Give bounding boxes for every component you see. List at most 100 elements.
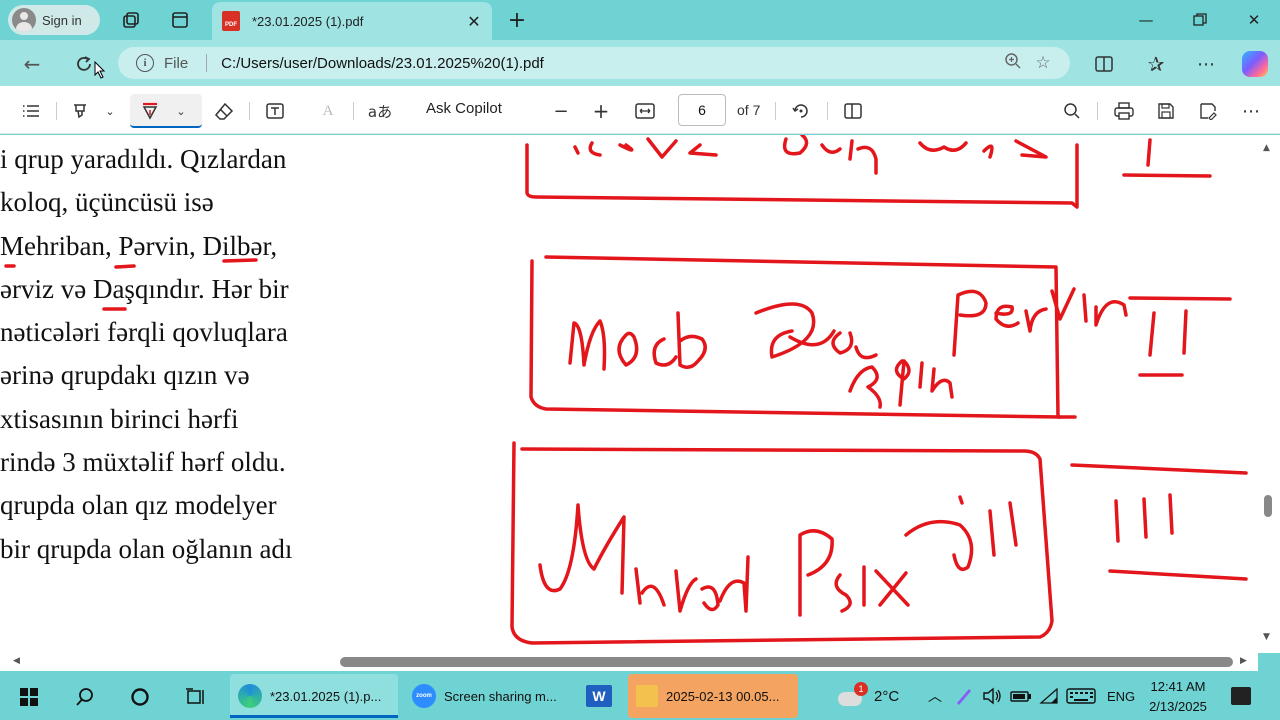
favorite-star-icon[interactable]: ☆ [1028, 53, 1058, 73]
page-view-icon[interactable] [841, 98, 865, 124]
mouse-cursor-icon [86, 56, 114, 84]
save-icon[interactable] [1154, 98, 1178, 124]
pdf-file-icon: PDF [222, 11, 240, 31]
taskbar-app-label: 2025-02-13 00.05... [666, 688, 780, 704]
highlight-icon[interactable] [68, 98, 92, 124]
rotate-icon[interactable] [789, 98, 813, 124]
volume-icon[interactable] [982, 672, 1002, 720]
taskbar-app-label: *23.01.2025 (1).p... [270, 688, 382, 704]
fit-to-width-icon[interactable] [633, 98, 657, 124]
battery-icon[interactable] [1010, 672, 1032, 720]
active-app-indicator [230, 715, 398, 718]
taskbar-app-edge[interactable]: *23.01.2025 (1).p... [230, 674, 398, 718]
ink-handwriting [754, 302, 878, 360]
tab-bar: Sign in PDF *23.01.2025 (1).pdf ✕ + — ✕ [0, 0, 1280, 40]
search-icon[interactable] [72, 684, 98, 710]
cortana-icon[interactable] [127, 684, 153, 710]
split-screen-icon[interactable] [1090, 50, 1118, 78]
ink-handwriting [568, 311, 707, 371]
url-divider [206, 54, 208, 72]
ink-handwriting [848, 359, 954, 409]
ink-line [1122, 173, 1212, 178]
find-search-icon[interactable] [1060, 98, 1084, 124]
toolbar-divider [56, 102, 57, 120]
navigation-bar: ← i File C:/Users/user/Downloads/23.01.2… [0, 40, 1280, 86]
clock-date: 2/13/2025 [1149, 699, 1207, 714]
taskbar-app-label: Screen sharing m... [444, 688, 557, 704]
pdf-page-view[interactable]: i qrup yaradıldı. Qızlardan koloq, üçüncü… [0, 135, 1258, 653]
toolbar-divider [827, 102, 828, 120]
ask-copilot-button[interactable]: Ask Copilot [426, 100, 502, 117]
notifications-icon[interactable] [1231, 687, 1251, 705]
weather-widget[interactable]: 1 2°C [838, 672, 899, 720]
ink-handwriting [573, 137, 718, 159]
copilot-icon[interactable] [1242, 51, 1268, 77]
url-text[interactable]: C:/Users/user/Downloads/23.01.2025%20(1)… [221, 55, 998, 72]
scroll-right-arrow-icon[interactable]: ▶ [1240, 656, 1247, 666]
ink-handwriting [904, 495, 1018, 571]
close-window-icon[interactable]: ✕ [1240, 6, 1268, 34]
ink-stroke [1146, 138, 1152, 167]
scroll-left-arrow-icon[interactable]: ◀ [13, 656, 20, 666]
zoom-in-icon[interactable] [998, 52, 1028, 75]
restore-icon[interactable] [1186, 6, 1214, 34]
toolbar-divider [775, 102, 776, 120]
ink-handwriting [782, 135, 878, 175]
workspaces-icon[interactable] [119, 8, 143, 32]
toolbar-divider [249, 102, 250, 120]
show-hidden-icons-chevron-icon[interactable]: ︿ [928, 672, 942, 720]
print-icon[interactable] [1112, 98, 1136, 124]
back-arrow-icon[interactable]: ← [18, 50, 46, 78]
vertical-scrollbar[interactable] [1258, 135, 1280, 653]
contents-icon[interactable] [20, 98, 42, 124]
ink-line [1070, 463, 1248, 475]
info-icon[interactable]: i [136, 54, 154, 72]
zoom-app-icon: zoom [412, 684, 436, 708]
tab-active-pdf[interactable]: PDF *23.01.2025 (1).pdf ✕ [212, 2, 492, 40]
add-text-icon[interactable] [263, 98, 287, 124]
scroll-down-arrow-icon[interactable]: ▼ [1263, 632, 1270, 642]
toolbar-divider [353, 102, 354, 120]
ink-underline [222, 258, 258, 263]
network-wifi-icon[interactable] [1039, 672, 1059, 720]
favorites-icon[interactable]: ✰ [1142, 50, 1170, 78]
answer-box-1 [525, 143, 1079, 209]
taskbar-app-folder[interactable]: 2025-02-13 00.05... [628, 674, 798, 718]
draw-pen-icon[interactable] [138, 98, 162, 124]
pen-workspace-icon[interactable] [954, 672, 974, 720]
taskbar-app-word[interactable]: W [578, 674, 622, 718]
read-aloud-icon[interactable]: aあ [366, 98, 394, 124]
zoom-out-icon[interactable]: − [551, 98, 571, 124]
word-app-icon: W [586, 685, 612, 707]
weather-alert-badge: 1 [854, 682, 868, 696]
pdf-more-menu-icon[interactable]: ⋯ [1239, 98, 1263, 124]
highlight-options-chevron-icon[interactable]: ⌄ [102, 98, 118, 124]
taskbar-app-zoom[interactable]: zoom Screen sharing m... [404, 674, 572, 718]
keyboard-icon[interactable] [1066, 672, 1096, 720]
minimize-icon[interactable]: — [1132, 6, 1160, 34]
avatar [12, 8, 36, 32]
tab-title: *23.01.2025 (1).pdf [252, 13, 364, 29]
vertical-scroll-thumb[interactable] [1264, 495, 1272, 517]
address-bar[interactable]: i File C:/Users/user/Downloads/23.01.202… [118, 47, 1070, 79]
new-tab-icon[interactable]: + [505, 8, 529, 33]
horizontal-scroll-thumb[interactable] [340, 657, 1233, 667]
system-clock[interactable]: 12:41 AM 2/13/2025 [1138, 677, 1218, 717]
scroll-up-arrow-icon[interactable]: ▲ [1263, 143, 1270, 153]
task-view-icon[interactable] [183, 684, 209, 710]
input-language[interactable]: ENG [1107, 672, 1135, 720]
page-count-label: of 7 [737, 102, 761, 118]
draw-options-chevron-icon[interactable]: ⌄ [173, 98, 189, 124]
sign-in-button[interactable]: Sign in [8, 5, 100, 35]
zoom-in-button-icon[interactable]: + [591, 98, 611, 124]
clock-time: 12:41 AM [1150, 679, 1206, 694]
ink-numeral-2 [1138, 309, 1188, 377]
tab-actions-icon[interactable] [168, 8, 192, 32]
save-as-icon[interactable] [1196, 98, 1220, 124]
eraser-icon[interactable] [212, 98, 236, 124]
more-menu-icon[interactable]: ⋯ [1192, 50, 1220, 78]
windows-start-icon[interactable] [16, 684, 42, 710]
text-format-icon: A [322, 102, 334, 119]
close-tab-icon[interactable]: ✕ [464, 12, 484, 31]
page-number-input[interactable]: 6 [678, 94, 726, 126]
